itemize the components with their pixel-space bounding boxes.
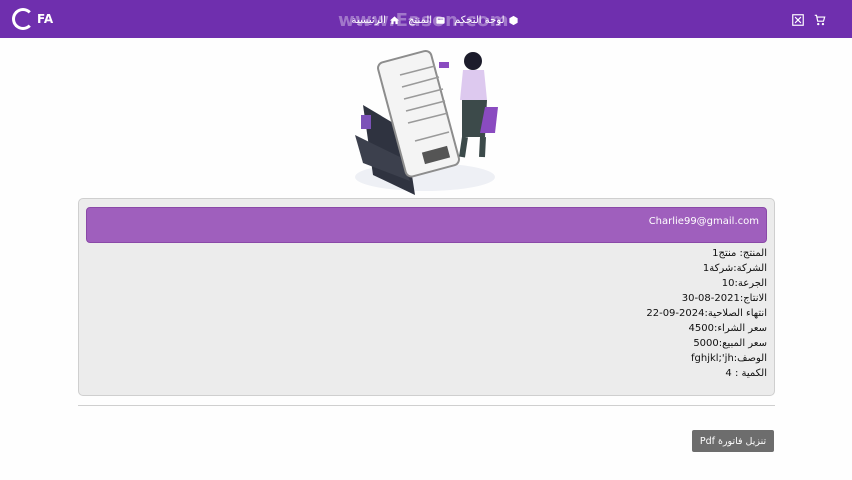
box-icon xyxy=(436,16,445,24)
brand-text: FA xyxy=(37,12,54,26)
download-pdf-button[interactable]: تنزيل فاتورة Pdf xyxy=(692,430,774,452)
nav-product[interactable]: المنتج xyxy=(408,11,446,29)
nav-product-label: المنتج xyxy=(407,14,433,26)
nav-home-label: الرئيسية xyxy=(351,14,386,26)
divider xyxy=(78,405,775,406)
cart-icon[interactable] xyxy=(813,12,827,26)
detail-description: الوصف:fghjkl;'jh xyxy=(691,353,767,364)
product-detail-card: Charlie99@gmail.com المنتج: منتج1 الشركة… xyxy=(78,198,775,396)
detail-product: المنتج: منتج1 xyxy=(712,248,767,259)
brand[interactable]: FA xyxy=(12,8,53,30)
nav-actions xyxy=(791,12,827,26)
nav-dashboard-label: لوحة التحكم xyxy=(454,14,505,26)
detail-quantity: الكمية : 4 xyxy=(725,368,767,379)
nav-home[interactable]: الرئيسية xyxy=(352,11,400,29)
home-icon xyxy=(389,15,400,24)
detail-production: الانتاج:2021-08-30 xyxy=(681,293,767,304)
detail-dose: الجرعة:10 xyxy=(721,278,767,289)
nav-dashboard[interactable]: لوحة التحكم xyxy=(454,11,518,29)
detail-company: الشركة:شركة1 xyxy=(702,263,767,274)
detail-sale-price: سعر المبيع:5000 xyxy=(693,338,767,349)
detail-expiry: انتهاء الصلاحية:2024-09-22 xyxy=(646,308,767,319)
card-header-email: Charlie99@gmail.com xyxy=(86,207,767,243)
dashboard-icon xyxy=(508,15,518,25)
screen-record-icon[interactable] xyxy=(791,12,805,26)
receipt-illustration xyxy=(345,45,505,195)
detail-purchase-price: سعر الشراء:4500 xyxy=(688,323,767,334)
logo-icon xyxy=(12,8,34,30)
top-navbar: FA الرئيسية المنتج لوحة التحكم www.Eason… xyxy=(0,0,852,38)
product-details: المنتج: منتج1 الشركة:شركة1 الجرعة:10 الا… xyxy=(646,246,767,381)
main-nav: الرئيسية المنتج لوحة التحكم xyxy=(340,11,530,29)
